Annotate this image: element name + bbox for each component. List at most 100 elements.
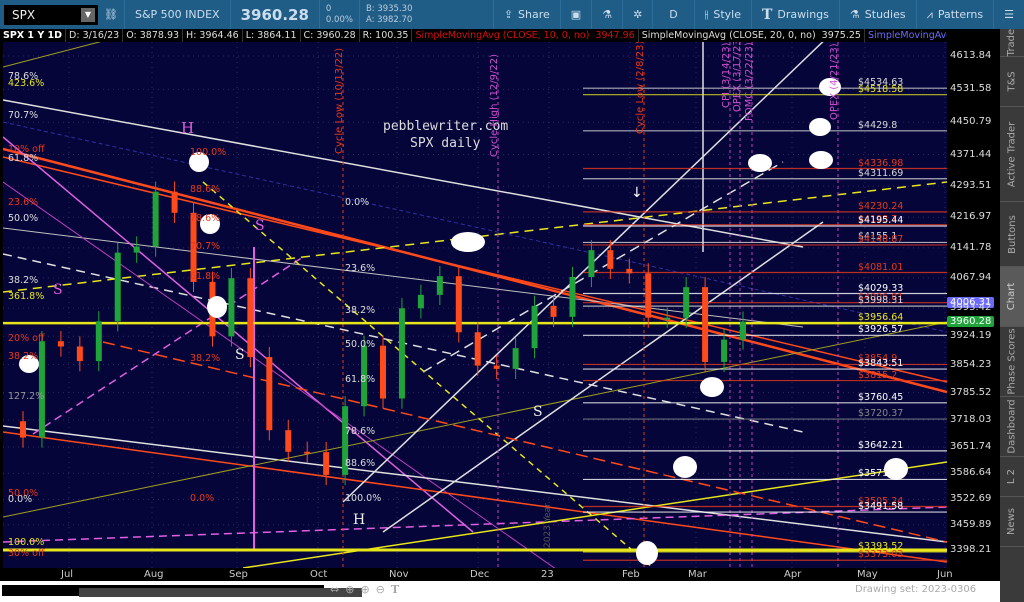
y-tick-label: 4216.97 xyxy=(950,211,992,223)
style-label: Style xyxy=(713,8,741,21)
fib-label: 70.7% xyxy=(8,110,39,121)
settings-button[interactable]: ✲ xyxy=(623,0,652,29)
aggregation-button[interactable]: D xyxy=(653,0,693,29)
x-tick-label: Apr xyxy=(784,569,802,580)
x-tick-label: 23 xyxy=(541,569,554,580)
year-marker: 2023 Year xyxy=(543,503,553,548)
fib-label: 127.2% xyxy=(8,391,45,402)
time-axis[interactable]: Jul Aug Sep Oct Nov Dec 23 Feb Mar Apr May Jun xyxy=(0,568,1000,581)
change-box: 0 0.00% xyxy=(320,4,359,26)
x-tick-label: Oct xyxy=(310,569,328,580)
drawing-set-selector[interactable]: Drawing set: 2023-0306 xyxy=(855,584,976,595)
candle-body xyxy=(76,346,83,362)
candle-body xyxy=(285,430,292,452)
flask-button[interactable]: ⚗ xyxy=(592,0,622,29)
zoom-in-icon[interactable]: ⊕ xyxy=(360,583,369,596)
fib-label: 100.0% xyxy=(8,537,45,548)
sidebar-tab-buttons[interactable]: Buttons xyxy=(1000,202,1024,267)
chevron-down-icon[interactable]: ▼ xyxy=(81,7,95,22)
candle-body xyxy=(607,250,614,269)
legend-sma20-value: 3975.25 xyxy=(819,29,865,42)
fib-label: 100.0% xyxy=(345,493,382,504)
price-chart[interactable]: ↓ pebblewriter.com SPX daily 78.6% 423.6… xyxy=(3,42,947,568)
y-tick-label: 4531.58 xyxy=(950,83,992,95)
y-tick-label: 3398.21 xyxy=(950,544,992,555)
fib-label: 100.0% xyxy=(190,147,227,158)
sidebar-tab-trade[interactable]: Trade xyxy=(1000,29,1024,57)
legend-sma20: SimpleMovingAvg (CLOSE, 20, 0, no) xyxy=(641,30,816,41)
symbol-selector[interactable]: SPX ▼ xyxy=(4,4,98,25)
price-level-label: $4081.01 xyxy=(858,261,904,273)
price-level-label: $3760.45 xyxy=(858,391,904,403)
sidebar-tab-t-s[interactable]: T&S xyxy=(1000,57,1024,107)
sidebar-tab-label: Trade xyxy=(1006,28,1018,57)
drawings-label: Drawings xyxy=(777,8,829,21)
crosshair-icon[interactable]: ⊕ xyxy=(345,583,354,596)
style-button[interactable]: ⫲ Style xyxy=(695,0,751,29)
horizontal-scrollbar[interactable] xyxy=(2,585,362,597)
fib-label: 78.6% xyxy=(190,213,221,224)
candle-body xyxy=(721,339,728,362)
sidebar-tab-chart[interactable]: Chart xyxy=(1000,267,1024,327)
bid-ask: B: 3935.30 A: 3982.70 xyxy=(360,4,419,26)
zoom-out-icon[interactable]: ⊖ xyxy=(376,583,385,596)
watermark-title: SPX daily xyxy=(410,136,481,151)
price-level-label: $3571.82 xyxy=(858,468,904,480)
candle-body xyxy=(57,341,64,347)
price-axis[interactable]: 4006.31 3960.28 4613.84 4531.58 4450.79 437… xyxy=(947,29,1000,580)
fib-label: 61.8% xyxy=(190,271,221,282)
patterns-button[interactable]: ⩘ Patterns xyxy=(917,0,994,29)
candle-body xyxy=(266,357,273,431)
alert-button[interactable]: ▣ xyxy=(561,0,591,29)
fib-label: 50.0% xyxy=(8,213,39,224)
link-icon[interactable]: ⛓ xyxy=(98,0,124,29)
flask-icon: ⚗ xyxy=(849,8,860,21)
fib-label: 38.2% xyxy=(8,351,39,362)
pattern-shoulder-label: S xyxy=(255,218,265,234)
sidebar-tab-label: L 2 xyxy=(1006,468,1018,485)
y-tick-label: 3854.23 xyxy=(950,358,992,370)
drawings-button[interactable]: T Drawings xyxy=(752,0,839,29)
fib-label: 0.0% xyxy=(345,197,370,208)
share-button[interactable]: ⇪ Share xyxy=(494,0,560,29)
text-T-icon[interactable]: T xyxy=(391,583,399,596)
candle-style-icon: ⫲ xyxy=(704,7,709,21)
legend-range: R: 100.35 xyxy=(360,29,413,42)
sidebar-tab-news[interactable]: News xyxy=(1000,497,1024,547)
event-label: Cycle Low (10/13/22) xyxy=(334,47,345,154)
candle-body xyxy=(702,287,709,362)
y-tick-label: 3785.52 xyxy=(950,386,992,398)
price-level-label: $3815.2 xyxy=(858,369,898,381)
studies-button[interactable]: ⚗ Studies xyxy=(840,0,916,29)
right-sidebar: Trade T&S Active Trader Buttons Chart Phase S… xyxy=(1000,29,1024,602)
scrollbar-thumb[interactable] xyxy=(79,588,362,597)
x-tick-label: Mar xyxy=(688,569,707,580)
price-level-label: $4429.8 xyxy=(858,119,898,131)
fib-label: 23.6% xyxy=(345,263,376,274)
price-level-label: $4230.24 xyxy=(858,200,904,212)
fib-label: 38.2% xyxy=(190,353,221,364)
sidebar-tab-label: Phase Scores xyxy=(1006,328,1018,395)
candle-body xyxy=(247,278,254,358)
sidebar-tab-l-2[interactable]: L 2 xyxy=(1000,457,1024,497)
pattern-shoulder-label: S xyxy=(235,347,245,363)
sidebar-tab-phase-scores[interactable]: Phase Scores xyxy=(1000,327,1024,397)
pan-icon[interactable]: ⇔ xyxy=(330,583,339,596)
fib-label: 0.0% xyxy=(190,493,215,504)
sidebar-tab-label: Active Trader xyxy=(1006,121,1018,187)
chart-legend: SPX 1 Y 1D D: 3/16/23 O: 3878.93 H: 3964… xyxy=(0,29,1000,42)
net-change: 0 xyxy=(325,3,332,14)
legend-close: C: 3960.28 xyxy=(301,29,360,42)
arrow-down-icon: ↓ xyxy=(631,185,643,201)
price-level-label: $3956.64 xyxy=(858,312,904,324)
sidebar-tab-active-trader[interactable]: Active Trader xyxy=(1000,107,1024,202)
menu-button[interactable]: ☰ xyxy=(994,0,1024,29)
fib-label: 61.8% xyxy=(345,374,376,385)
price-levels xyxy=(3,87,947,561)
sidebar-tab-dashboard[interactable]: Dashboard xyxy=(1000,397,1024,457)
pattern-head-label: H xyxy=(181,119,195,137)
candle-body xyxy=(133,246,140,253)
price-level-label: $3843.51 xyxy=(858,358,904,370)
fib-label: 0.0% xyxy=(8,494,33,505)
event-label: Cycle High (12/9/22) xyxy=(489,53,500,157)
